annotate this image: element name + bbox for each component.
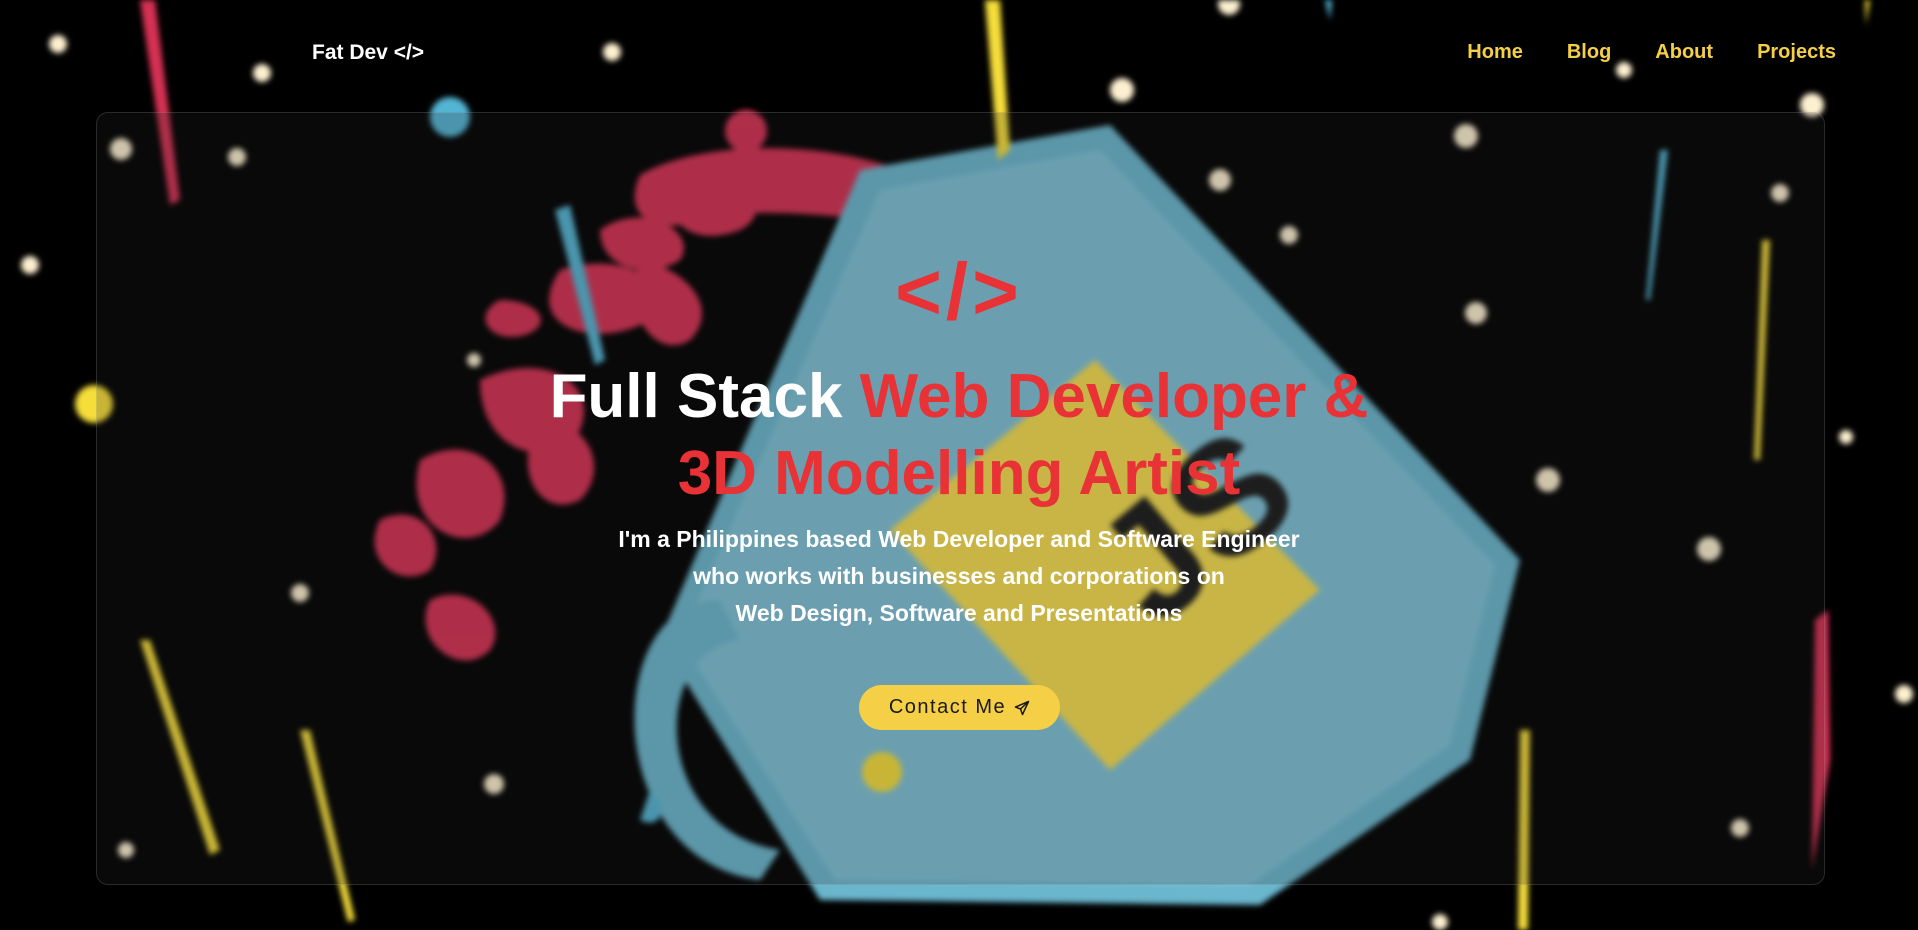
nav-link-home[interactable]: Home bbox=[1467, 41, 1523, 64]
contact-me-label: Contact Me bbox=[888, 696, 1007, 718]
page: JS Fat Dev </> Home Blog About Projects … bbox=[0, 0, 1918, 930]
contact-me-button[interactable]: Contact Me bbox=[859, 685, 1060, 730]
nav-link-about[interactable]: About bbox=[1655, 41, 1713, 64]
nav-menu: Home Blog About Projects bbox=[1467, 41, 1836, 64]
hero-card bbox=[96, 112, 1825, 885]
nav-link-projects[interactable]: Projects bbox=[1757, 41, 1836, 64]
brand-logo[interactable]: Fat Dev </> bbox=[312, 41, 424, 65]
nav-link-blog[interactable]: Blog bbox=[1567, 41, 1611, 64]
top-navbar: Fat Dev </> Home Blog About Projects bbox=[0, 0, 1918, 110]
send-icon bbox=[1014, 700, 1030, 716]
